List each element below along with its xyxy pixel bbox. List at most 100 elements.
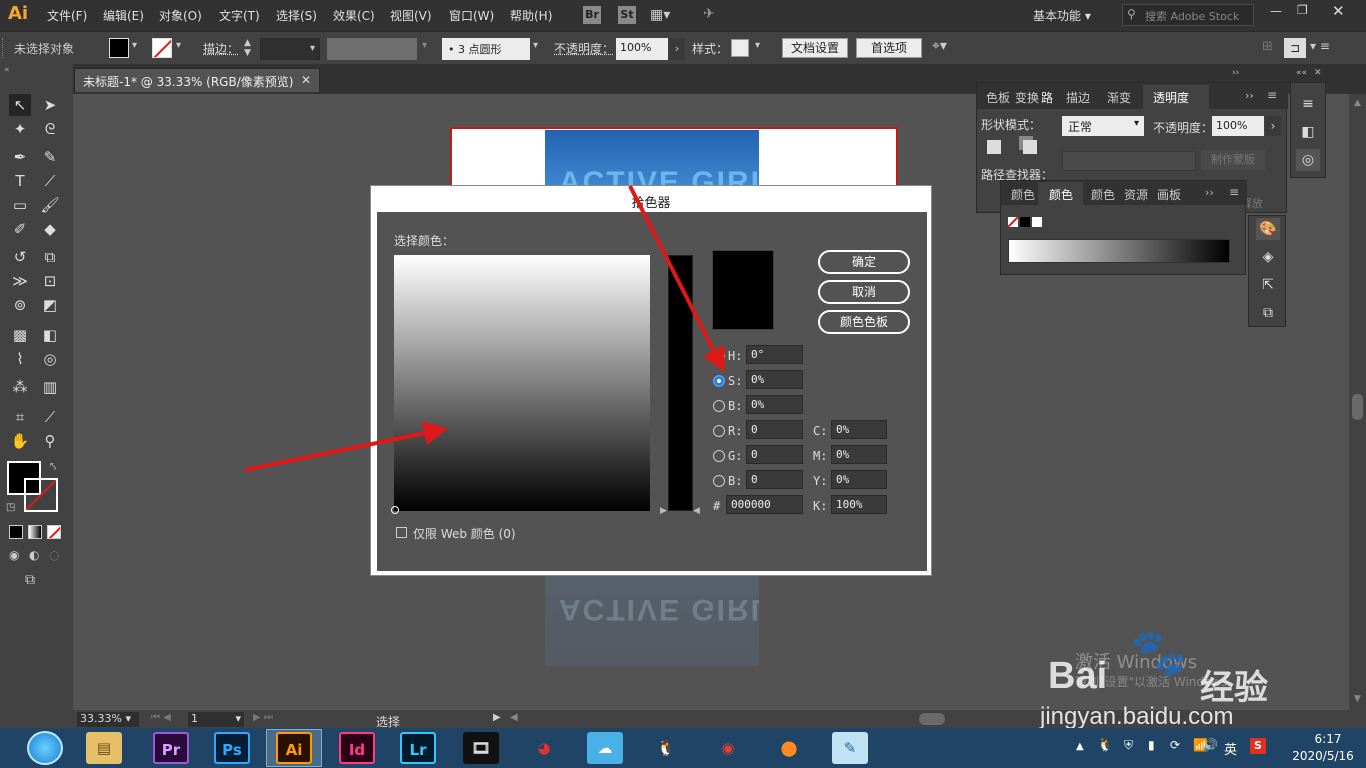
g-field[interactable]: 0 [746,445,803,464]
free-transform-tool-icon[interactable]: ⊡ [39,270,61,292]
web-only-checkbox[interactable] [396,527,407,538]
dock-expand-icon[interactable]: ›› [1232,68,1239,78]
chrome-icon[interactable]: ◉ [710,732,746,764]
fill-swatch[interactable] [109,38,129,58]
type-tool-icon[interactable]: T [9,170,31,192]
minus-front-icon[interactable] [1023,140,1037,154]
mesh-tool-icon[interactable]: ▩ [9,324,31,346]
control-menu-icon[interactable]: ▾ ≡ [1310,39,1330,53]
color-mode-icon[interactable] [9,525,23,539]
video-editor-icon[interactable]: 🎞 [463,732,499,764]
style-dropdown-icon[interactable]: ▾ [755,40,760,51]
ok-button[interactable]: 确定 [818,250,910,274]
menu-effect[interactable]: 效果(C) [333,7,375,24]
blue-field[interactable]: 0 [746,470,803,489]
menu-type[interactable]: 文字(T) [219,7,260,24]
artboard-tool-icon[interactable]: ⌗ [9,406,31,428]
blue-radio[interactable] [713,475,725,487]
slider-left-handle[interactable]: ▶ [660,506,667,516]
stroke-weight-stepper[interactable]: ▲ ▼ [244,38,258,60]
gradient-tool-icon[interactable]: ◧ [39,324,61,346]
tab-transform[interactable]: 变换 [1015,89,1039,106]
rotate-tool-icon[interactable]: ↺ [9,246,31,268]
taskbar-lightroom[interactable]: Lr [400,732,436,764]
graph-tool-icon[interactable]: ▥ [39,376,61,398]
opacity-label[interactable]: 不透明度： [554,40,614,57]
toolbar-collapse-icon[interactable]: « [4,65,10,75]
document-setup-button[interactable]: 文档设置 [782,38,848,58]
restore-button[interactable]: ❐ [1297,3,1308,17]
blend-mode-dropdown[interactable]: 正常 ▾ [1062,116,1144,136]
taskbar-premiere[interactable]: Pr [153,732,189,764]
variable-width-profile[interactable] [327,38,417,60]
tray-security-icon[interactable]: ⛨ [1124,738,1133,753]
artboard-nav-first-icon[interactable]: ⏮ ◀ [151,712,171,723]
k-field[interactable]: 100% [831,495,887,514]
white-swatch[interactable] [1032,217,1042,227]
menu-object[interactable]: 对象(O) [159,7,202,24]
clock-date[interactable]: 2020/5/16 [1283,749,1363,763]
close-button[interactable]: ✕ [1332,2,1345,20]
stroke-label[interactable]: 描边： [203,40,239,57]
tab-color-guide[interactable]: 颜色 [1011,186,1035,203]
browser-icon[interactable]: ⬤ [771,732,807,764]
transparency-panel-icon[interactable]: ◎ [1296,149,1320,171]
shaper-tool-icon[interactable]: ✐ [9,218,31,240]
color-panel-menu-icon[interactable]: ≡ [1229,185,1239,199]
brush-dropdown-icon[interactable]: ▾ [533,40,538,51]
qq-icon[interactable]: 🐧 [648,732,684,764]
b-field[interactable]: 0% [746,395,803,414]
artwork-image[interactable]: ACTIVE GIRL [545,130,759,185]
properties-panel-icon[interactable]: ≡ [1296,93,1320,115]
panel-expand-icon[interactable]: ›› [1245,89,1254,102]
paintbrush-tool-icon[interactable]: 🖌 [39,194,61,216]
taskbar-illustrator[interactable]: Ai [276,732,312,764]
opacity-arrow-icon[interactable]: › [669,38,685,60]
curvature-tool-icon[interactable]: ✎ [39,146,61,168]
none-swatch[interactable] [1008,217,1018,227]
tab-transparency[interactable]: 透明度 [1153,89,1189,106]
lasso-tool-icon[interactable]: ᘓ [39,118,61,140]
draw-inside-icon[interactable]: ◌ [49,548,59,562]
workspace-switcher[interactable]: 基本功能 ▾ [1033,7,1091,24]
tab-close-icon[interactable]: ✕ [301,73,311,87]
menu-window[interactable]: 窗口(W) [449,7,494,24]
tray-sync-icon[interactable]: ⟳ [1170,738,1180,752]
menu-file[interactable]: 文件(F) [47,7,87,24]
saturation-brightness-field[interactable] [394,255,650,511]
minimize-button[interactable]: — [1270,4,1282,18]
hex-field[interactable]: 000000 [726,495,803,514]
transparency-opacity-arrow-icon[interactable]: › [1265,116,1281,136]
horizontal-scroll-left-icon[interactable]: ◀ [510,712,518,723]
scroll-down-icon[interactable]: ▼ [1354,694,1361,704]
r-radio[interactable] [713,425,725,437]
tray-sogou-icon[interactable]: S [1250,738,1266,754]
align-icon[interactable]: ⊞ [1262,39,1273,54]
artboard-nav-next-icon[interactable]: ▶ ⏭ [253,712,273,723]
360-security-icon[interactable]: ◕ [526,732,562,764]
c-field[interactable]: 0% [831,420,887,439]
unite-icon[interactable] [987,140,1001,154]
scroll-thumb[interactable] [1352,394,1363,420]
clock-time[interactable]: 6:17 [1303,732,1353,746]
shape-builder-tool-icon[interactable]: ⊚ [9,294,31,316]
h-field[interactable]: 0° [746,345,803,364]
hue-slider[interactable] [668,255,693,511]
color-guide-icon[interactable]: ◈ [1256,246,1280,268]
stroke-color-box[interactable] [24,478,58,512]
tray-battery-icon[interactable]: ▮ [1148,738,1155,752]
default-colors-icon[interactable]: ◳ [6,502,15,513]
tray-ime[interactable]: 英 [1224,739,1237,758]
status-menu-icon[interactable]: ▶ [493,712,501,723]
selection-tool-icon[interactable]: ↖ [9,94,31,116]
h-radio[interactable] [713,350,725,362]
swap-colors-icon[interactable]: ⤣ [50,460,56,474]
start-button[interactable] [27,731,63,765]
artboards-panel-icon[interactable]: ⧉ [1256,302,1280,324]
symbol-sprayer-tool-icon[interactable]: ⁂ [9,376,31,398]
arrange-documents-icon[interactable]: ▦▾ [650,7,670,23]
stroke-weight-field[interactable]: ▾ [260,38,320,60]
tab-stroke[interactable]: 描边 [1066,89,1090,106]
s-radio[interactable] [713,375,725,387]
perspective-grid-tool-icon[interactable]: ◩ [39,294,61,316]
